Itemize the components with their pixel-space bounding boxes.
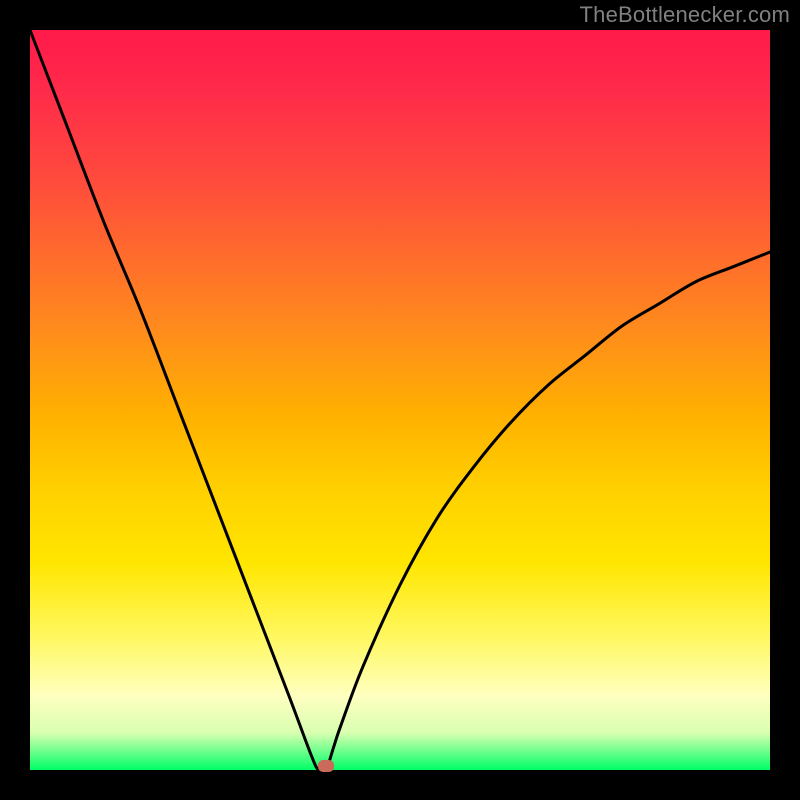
optimal-point-marker: [318, 760, 334, 772]
curve-svg: [30, 30, 770, 770]
watermark-text: TheBottlenecker.com: [580, 2, 790, 28]
chart-frame: TheBottlenecker.com: [0, 0, 800, 800]
bottleneck-curve-path: [30, 30, 770, 770]
plot-area: [30, 30, 770, 770]
